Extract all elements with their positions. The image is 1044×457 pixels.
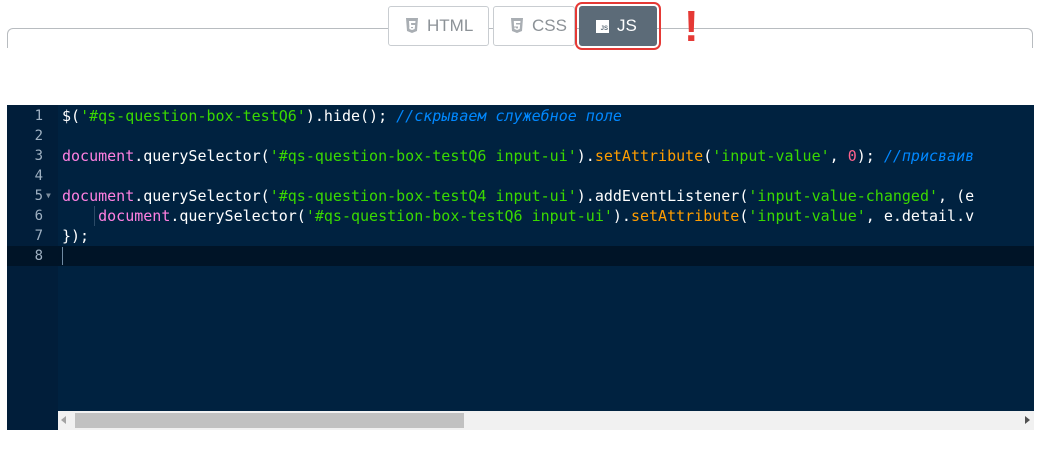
tab-css-label: CSS: [532, 16, 567, 35]
code-token: ,: [829, 147, 848, 165]
exclamation-mark-annotation: !: [684, 2, 699, 51]
code-line: 1 $('#qs-question-box-testQ6').hide(); //…: [7, 106, 1034, 126]
line-number: 6: [34, 208, 43, 224]
code-token: ).: [576, 147, 595, 165]
code-token: (: [739, 207, 749, 225]
code-token: document: [62, 187, 135, 205]
editor-tabs: HTML CSS JS JS: [388, 2, 661, 50]
code-token: 0: [847, 147, 857, 165]
tab-html[interactable]: HTML: [388, 6, 489, 46]
code-text: $('#qs-question-box-testQ6').hide(); //с…: [62, 106, 622, 126]
code-lines: 1 $('#qs-question-box-testQ6').hide(); //…: [7, 105, 1034, 266]
code-token: setAttribute: [594, 147, 704, 165]
horizontal-scrollbar[interactable]: [58, 411, 1034, 430]
code-text: });: [62, 226, 89, 246]
html5-icon: [405, 18, 419, 34]
line-number: 2: [34, 128, 43, 144]
css3-icon: [510, 18, 524, 34]
code-token: document: [62, 147, 135, 165]
code-token: //присваив: [883, 147, 975, 165]
tab-js-label: JS: [617, 16, 637, 35]
text-cursor: [62, 247, 63, 265]
code-token: 'input-value': [712, 147, 830, 165]
code-text: document.querySelector('#qs-question-box…: [62, 206, 974, 226]
code-token: document: [98, 207, 171, 225]
code-token: , (e: [938, 187, 975, 205]
line-number: 1: [34, 108, 43, 124]
code-token: '#qs-question-box-testQ6 input-ui': [269, 147, 577, 165]
tab-html-label: HTML: [427, 16, 474, 35]
line-number: 4: [34, 168, 43, 184]
code-editor[interactable]: 1 $('#qs-question-box-testQ6').hide(); //…: [7, 105, 1034, 430]
code-token: ).addEventListener(: [576, 187, 749, 205]
line-number: 7: [34, 228, 43, 244]
code-token: '#qs-question-box-testQ4 input-ui': [269, 187, 577, 205]
code-token: $(: [62, 107, 81, 125]
js-icon: JS: [596, 19, 609, 33]
code-token: 'input-value-changed': [748, 187, 939, 205]
tab-css[interactable]: CSS: [493, 6, 575, 46]
code-token: ).hide();: [305, 107, 397, 125]
code-line: 6 document.querySelector('#qs-question-b…: [7, 206, 1034, 226]
code-token: });: [62, 227, 90, 245]
code-line: 7});: [7, 226, 1034, 246]
code-token: //скрываем служебное поле: [396, 107, 622, 125]
line-number: 3: [34, 148, 43, 164]
js-icon-text: JS: [600, 25, 608, 32]
code-token: '#qs-question-box-testQ6': [80, 107, 306, 125]
code-text: document.querySelector('#qs-question-box…: [62, 186, 974, 206]
line-number: 8: [34, 248, 43, 264]
scroll-right-arrow-icon[interactable]: [1025, 416, 1030, 424]
fold-arrow-icon[interactable]: ▼: [46, 186, 51, 206]
scrollbar-thumb[interactable]: [75, 413, 464, 428]
code-token: .querySelector(: [134, 147, 270, 165]
code-token: );: [856, 147, 884, 165]
code-line: 8: [7, 246, 1034, 266]
code-line: 5 ▼ document.querySelector('#qs-question-b…: [7, 186, 1034, 206]
code-token: (: [703, 147, 713, 165]
code-token: '#qs-question-box-testQ6 input-ui': [305, 207, 613, 225]
code-token: ).: [612, 207, 631, 225]
scroll-left-arrow-icon[interactable]: [61, 416, 66, 424]
code-line: 3 document.querySelector('#qs-question-bo…: [7, 146, 1034, 166]
line-number: 5: [34, 188, 43, 204]
code-line: 4: [7, 166, 1034, 186]
code-token: .querySelector(: [134, 187, 270, 205]
code-text: document.querySelector('#qs-question-box…: [62, 146, 974, 166]
code-token: 'input-value': [748, 207, 866, 225]
code-token: setAttribute: [630, 207, 740, 225]
code-line: 2: [7, 126, 1034, 146]
code-token: .querySelector(: [170, 207, 306, 225]
code-token: , e.detail.v: [865, 207, 975, 225]
tab-js[interactable]: JS JS: [575, 2, 661, 50]
